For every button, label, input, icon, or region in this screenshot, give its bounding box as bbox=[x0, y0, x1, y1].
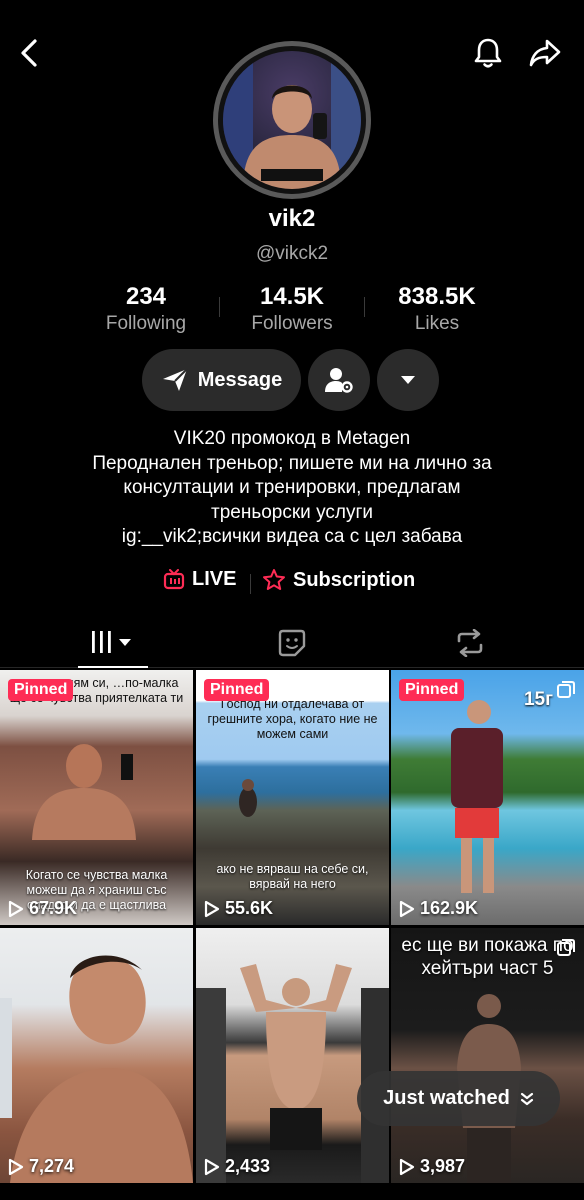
play-icon bbox=[204, 900, 220, 917]
share-arrow-icon bbox=[529, 39, 561, 67]
double-chevron-down-icon bbox=[520, 1092, 533, 1105]
profile-avatar[interactable] bbox=[213, 41, 371, 199]
video-figure bbox=[451, 700, 503, 893]
bio-line: консултации и тренировки, предлагам bbox=[123, 477, 461, 498]
profile-bio: VIK20 промокод в Metagen Перодналeн трен… bbox=[20, 427, 564, 550]
play-icon bbox=[399, 900, 415, 917]
video-views-count: 7,274 bbox=[29, 1156, 75, 1176]
live-link-label: LIVE bbox=[192, 568, 237, 590]
stat-following-label: Following bbox=[105, 313, 187, 334]
video-thumbnail[interactable]: Господ ни отдалечава от грешните хора, к… bbox=[196, 670, 389, 925]
video-views: 162.9K bbox=[399, 898, 478, 919]
back-button[interactable] bbox=[8, 31, 52, 75]
message-button[interactable]: Message bbox=[142, 349, 301, 411]
stat-following[interactable]: 234 Following bbox=[76, 283, 216, 335]
video-views: 7,274 bbox=[8, 1156, 74, 1177]
video-thumbnail[interactable]: 2,433 bbox=[196, 928, 389, 1183]
stat-likes-value: 838.5K bbox=[398, 283, 476, 310]
bell-icon bbox=[474, 38, 502, 68]
subscription-star-icon bbox=[263, 569, 285, 590]
profile-actions: Message bbox=[0, 349, 584, 411]
tab-reposts[interactable] bbox=[440, 618, 500, 668]
profile-username: vik2 bbox=[268, 205, 316, 232]
sticker-icon bbox=[278, 629, 306, 657]
video-thumbnail[interactable]: …о по-голям си, …по-малка ще се чувства … bbox=[0, 670, 193, 925]
bio-line: VIK20 промокод в Metagen bbox=[173, 428, 411, 449]
notification-bell-button[interactable] bbox=[466, 31, 510, 75]
multi-photo-icon bbox=[557, 939, 575, 956]
play-icon bbox=[8, 900, 24, 917]
stat-followers-label: Followers bbox=[251, 313, 333, 334]
just-watched-label: Just watched bbox=[383, 1087, 510, 1109]
video-views-count: 2,433 bbox=[225, 1156, 271, 1176]
repost-icon bbox=[457, 629, 483, 657]
video-views: 3,987 bbox=[399, 1156, 465, 1177]
video-views: 55.6K bbox=[204, 898, 273, 919]
stat-followers[interactable]: 14.5K Followers bbox=[222, 283, 362, 335]
just-watched-button[interactable]: Just watched bbox=[357, 1071, 560, 1126]
bio-line: ig:__vik2;всички видеа са с цел забава bbox=[121, 526, 463, 547]
links-divider bbox=[250, 574, 251, 594]
video-views-count: 67.9K bbox=[29, 898, 78, 918]
message-button-label: Message bbox=[197, 368, 283, 391]
video-views: 2,433 bbox=[204, 1156, 270, 1177]
tab-favorites[interactable] bbox=[262, 618, 322, 668]
videos-grid-icon bbox=[92, 631, 131, 653]
bio-line: треньорски услуги bbox=[211, 501, 373, 523]
pinned-badge: Pinned bbox=[8, 679, 74, 701]
tab-videos[interactable] bbox=[78, 618, 148, 668]
video-thumbnail[interactable]: 7,274 bbox=[0, 928, 193, 1183]
avatar-image bbox=[223, 51, 361, 189]
stat-divider bbox=[219, 297, 220, 317]
video-figure bbox=[0, 955, 193, 1183]
stat-likes[interactable]: 838.5K Likes bbox=[367, 283, 507, 335]
chevron-left-icon bbox=[21, 39, 37, 67]
video-views-count: 162.9K bbox=[420, 898, 479, 918]
pinned-badge: Pinned bbox=[204, 679, 270, 701]
video-views-count: 3,987 bbox=[420, 1156, 466, 1176]
subscription-link-label: Subscription bbox=[293, 568, 416, 591]
subscription-link[interactable]: Subscription bbox=[262, 568, 415, 592]
share-button[interactable] bbox=[523, 31, 567, 75]
multi-photo-icon bbox=[557, 681, 575, 698]
live-link[interactable]: LIVE bbox=[163, 568, 236, 591]
play-icon bbox=[399, 1158, 415, 1175]
video-thumbnail[interactable]: ес ще ви покажа по хейтъри част 5 3,987 bbox=[391, 928, 584, 1183]
profile-stats: 234 Following 14.5K Followers 838.5K Lik… bbox=[0, 283, 584, 337]
video-caption-top: ес ще ви покажа по хейтъри част 5 bbox=[401, 935, 574, 979]
video-views: 67.9K bbox=[8, 898, 77, 919]
video-views-count: 55.6K bbox=[225, 898, 274, 918]
avatar-photo bbox=[223, 51, 361, 189]
play-icon bbox=[8, 1158, 24, 1175]
stat-likes-label: Likes bbox=[414, 313, 460, 334]
video-figure bbox=[196, 964, 389, 1183]
video-thumbnail[interactable]: 15г Pinned 162.9K bbox=[391, 670, 584, 925]
video-caption-bottom: ако не вярваш на себе си, вярвай на него bbox=[216, 862, 369, 891]
add-friend-button[interactable] bbox=[308, 349, 370, 411]
profile-handle: @vikck2 bbox=[255, 243, 329, 264]
caret-down-icon bbox=[401, 376, 415, 384]
send-icon bbox=[162, 368, 188, 391]
play-icon bbox=[204, 1158, 220, 1175]
content-tabs bbox=[0, 618, 584, 668]
user-settings-icon bbox=[325, 368, 353, 393]
more-options-button[interactable] bbox=[377, 349, 439, 411]
bio-line: Перодналeн треньор; пишете ми на лично з… bbox=[92, 452, 492, 474]
pinned-badge: Pinned bbox=[399, 679, 465, 701]
profile-links: LIVE Subscription bbox=[0, 568, 584, 598]
live-tv-icon bbox=[163, 568, 185, 589]
stat-followers-value: 14.5K bbox=[259, 283, 325, 310]
stat-following-value: 234 bbox=[125, 283, 167, 310]
stat-divider bbox=[364, 297, 365, 317]
